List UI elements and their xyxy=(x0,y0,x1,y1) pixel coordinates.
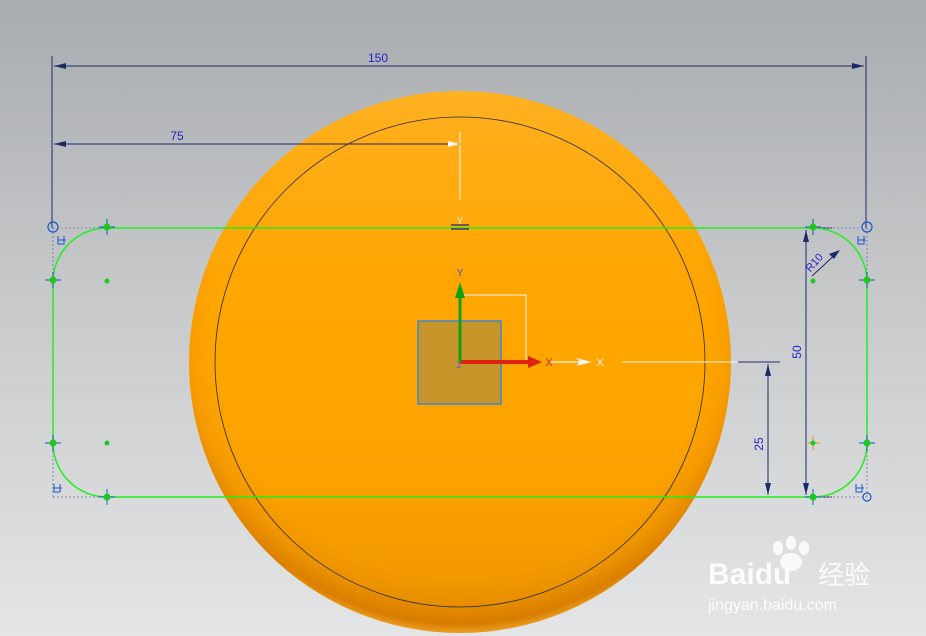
dimension-50-label: 50 xyxy=(790,345,804,359)
baidu-jingyan-watermark: Baidu 经验 jingyan.baidu.com xyxy=(707,536,870,614)
ref-y-label: Y xyxy=(457,216,464,227)
ref-x-label: X xyxy=(596,357,604,369)
datum-y-label: Y xyxy=(457,268,464,279)
datum-x-label: X xyxy=(545,357,553,369)
reference-y-axis: Y xyxy=(457,216,464,227)
datum-z-label: Z xyxy=(457,361,462,370)
dimension-total-width[interactable]: 150 xyxy=(54,51,864,69)
watermark-brand-cn: 经验 xyxy=(818,560,870,590)
cad-graphics-window[interactable]: 150 75 50 25 R10 Y X X Y Z Baidu 经验 jing… xyxy=(0,0,926,636)
dimension-corner-radius[interactable]: R10 xyxy=(804,250,840,277)
watermark-brand: Baidu xyxy=(708,558,791,591)
dimension-150-label: 150 xyxy=(368,51,388,65)
watermark-url: jingyan.baidu.com xyxy=(707,597,837,614)
dimension-75-label: 75 xyxy=(170,129,184,143)
dimension-r10-label: R10 xyxy=(804,251,826,274)
selected-arc-center-point[interactable] xyxy=(806,436,820,450)
dimension-half-height[interactable]: 25 xyxy=(752,364,771,495)
dimension-25-label: 25 xyxy=(752,437,766,451)
